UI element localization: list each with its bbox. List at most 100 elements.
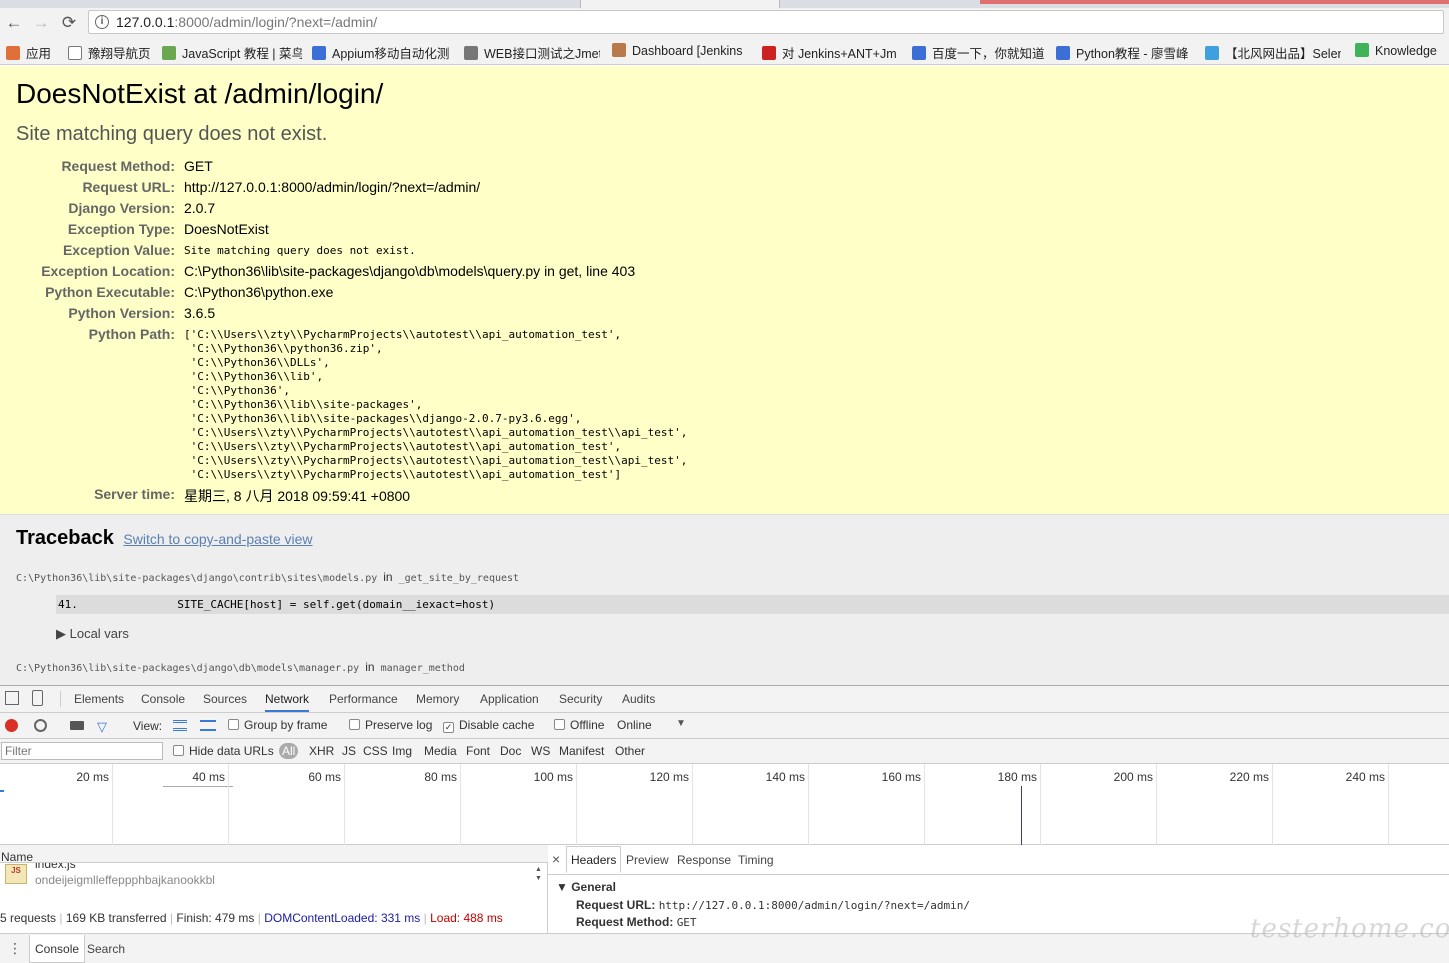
group-by-frame-checkbox[interactable]: Group by frame (228, 718, 327, 732)
type-filter-js[interactable]: JS (342, 744, 356, 758)
bookmark-item[interactable]: 【北风网出品】Selen (1205, 43, 1341, 62)
checkbox-label: Disable cache (459, 718, 535, 732)
type-filter-manifest[interactable]: Manifest (559, 744, 604, 758)
type-filter-doc[interactable]: Doc (500, 744, 521, 758)
meta-row: Exception Value: Site matching query does… (0, 242, 1000, 263)
throttling-select[interactable]: Online (617, 718, 652, 732)
checkbox-box[interactable] (173, 745, 184, 756)
record-icon[interactable] (5, 719, 18, 732)
type-filter-other[interactable]: Other (615, 744, 645, 758)
scroll-arrows-icon[interactable]: ▲ ▼ (535, 865, 542, 883)
waterfall-icon[interactable] (200, 720, 216, 731)
filter-funnel-icon[interactable]: ▽ (97, 719, 107, 735)
type-filter-img[interactable]: Img (392, 744, 412, 758)
bookmark-favicon-icon (162, 46, 176, 60)
name-column-header[interactable]: Name (0, 845, 548, 863)
checkbox-box[interactable] (349, 719, 360, 730)
detail-tab-response[interactable]: Response (677, 853, 731, 867)
close-icon[interactable]: × (552, 851, 560, 867)
local-vars-toggle[interactable]: ▶ Local vars (56, 626, 129, 642)
tab-application[interactable]: Application (480, 692, 539, 706)
tab-audits[interactable]: Audits (622, 692, 655, 706)
browser-tab[interactable] (580, 0, 780, 8)
meta-key: Python Path: (88, 326, 175, 342)
inspect-element-icon[interactable] (5, 691, 19, 705)
detail-tab-preview[interactable]: Preview (626, 853, 669, 867)
tab-network[interactable]: Network (265, 692, 310, 712)
checkbox-box-checked[interactable]: ✓ (443, 722, 454, 733)
more-menu-icon[interactable]: ⋮ (8, 940, 22, 957)
disable-cache-checkbox[interactable]: ✓ Disable cache (443, 718, 534, 733)
bookmark-item[interactable]: Dashboard [Jenkins (612, 43, 750, 58)
meta-key: Python Version: (68, 305, 175, 321)
context-line[interactable]: 41. SITE_CACHE[host] = self.get(domain__… (56, 595, 1449, 614)
tab-console[interactable]: Console (141, 692, 185, 706)
timeline-tick-label: 100 ms (533, 770, 573, 784)
tab-security[interactable]: Security (559, 692, 602, 706)
bookmark-label: Dashboard [Jenkins (632, 44, 743, 58)
drawer-tab-search[interactable]: Search (87, 942, 125, 956)
timeline-tick-label: 180 ms (997, 770, 1037, 784)
type-filter-media[interactable]: Media (424, 744, 457, 758)
back-icon[interactable]: ← (2, 11, 26, 35)
bookmark-favicon-icon (1355, 43, 1369, 57)
bookmark-item[interactable]: 对 Jenkins+ANT+Jm (762, 43, 900, 62)
bookmark-item[interactable]: Appium移动自动化测 (312, 43, 452, 62)
detail-tab-headers[interactable]: Headers (566, 846, 622, 873)
forward-icon[interactable]: → (29, 11, 53, 35)
traceback-heading: Traceback (16, 527, 114, 549)
copy-paste-view-link[interactable]: Switch to copy-and-paste view (123, 531, 312, 547)
meta-key: Exception Type: (67, 221, 175, 237)
detail-tab-timing[interactable]: Timing (738, 853, 774, 867)
meta-row: Request Method: GET (0, 158, 1000, 179)
screenshot-camera-icon[interactable] (70, 721, 84, 730)
meta-row-server-time: Server time: 星期三, 8 八月 2018 09:59:41 +08… (0, 486, 1000, 507)
chevron-down-icon[interactable]: ▼ (676, 718, 686, 729)
status-summary: 5 requests | 169 KB transferred | Finish… (0, 911, 503, 925)
general-section-toggle[interactable]: ▼ General (556, 880, 616, 894)
meta-value: 2.0.7 (184, 200, 216, 216)
clear-icon[interactable] (34, 719, 47, 732)
large-rows-icon[interactable] (173, 720, 187, 731)
checkbox-box[interactable] (554, 719, 565, 730)
offline-checkbox[interactable]: Offline (554, 718, 604, 732)
request-row[interactable]: JS index.js ondeijeigmlleffeppphbajkanoo… (0, 863, 548, 889)
type-filter-css[interactable]: CSS (363, 744, 388, 758)
info-icon[interactable]: i (95, 15, 109, 29)
type-filter-all[interactable]: All (279, 743, 299, 759)
preserve-log-checkbox[interactable]: Preserve log (349, 718, 432, 732)
checkbox-box[interactable] (228, 719, 239, 730)
bookmark-item[interactable]: 应用 (6, 43, 62, 62)
tab-elements[interactable]: Elements (74, 692, 124, 706)
checkbox-label: Offline (570, 718, 605, 732)
js-file-icon: JS (5, 864, 27, 884)
type-filter-font[interactable]: Font (466, 744, 490, 758)
bookmark-item[interactable]: WEB接口测试之Jmet (464, 43, 600, 62)
bookmark-item[interactable]: JavaScript 教程 | 菜鸟 (162, 43, 302, 62)
timeline-bar (0, 790, 4, 792)
general-request-url: Request URL: http://127.0.0.1:8000/admin… (576, 898, 970, 912)
browser-tab-edge (980, 0, 1449, 4)
tab-sources[interactable]: Sources (203, 692, 247, 706)
type-filter-ws[interactable]: WS (531, 744, 550, 758)
device-toolbar-icon[interactable] (32, 690, 43, 706)
timeline-gridline (1388, 764, 1389, 845)
reload-icon[interactable]: ⟳ (57, 11, 81, 35)
header-key: Request Method: (576, 915, 674, 929)
bookmark-item[interactable]: Knowledge (1355, 43, 1445, 58)
tab-performance[interactable]: Performance (329, 692, 398, 706)
apps-grid-icon (6, 46, 20, 60)
hide-data-urls-checkbox[interactable]: Hide data URLs (173, 744, 274, 758)
filter-input[interactable] (1, 742, 163, 760)
network-overview-timeline[interactable]: 20 ms 40 ms 60 ms 80 ms 100 ms 120 ms 140 ms 16… (0, 764, 1449, 845)
type-filter-xhr[interactable]: XHR (309, 744, 334, 758)
bookmark-item[interactable]: 豫翔导航页 (68, 43, 156, 62)
tab-memory[interactable]: Memory (416, 692, 459, 706)
address-text[interactable]: 127.0.0.1:8000/admin/login/?next=/admin/ (116, 14, 377, 30)
drawer-tab-console[interactable]: Console (29, 935, 86, 963)
devtools-tab-bar: Elements Console Sources Network Performance… (0, 686, 1449, 713)
address-bar[interactable]: i 127.0.0.1:8000/admin/login/?next=/admi… (88, 10, 1444, 34)
error-subtitle: Site matching query does not exist. (16, 123, 328, 145)
bookmark-item[interactable]: Python教程 - 廖雪峰 (1056, 43, 1194, 62)
bookmark-item[interactable]: 百度一下，你就知道 (912, 43, 1046, 62)
